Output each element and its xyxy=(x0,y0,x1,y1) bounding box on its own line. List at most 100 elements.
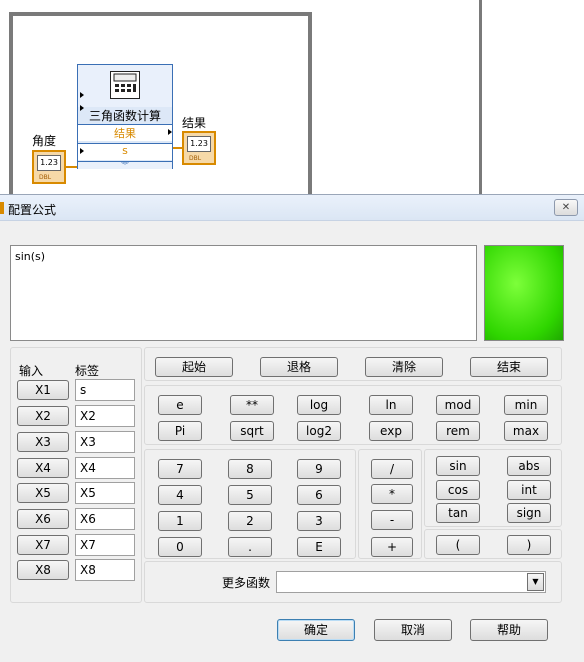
edit-buttons-panel: 起始 退格 清除 结束 xyxy=(144,347,562,381)
expand-chevron-icon[interactable]: ︾ xyxy=(78,161,172,170)
inputs-panel: 输入 标签 X1 s X2 X2 X3 X3 X4 X4 X5 X5 X6 X6… xyxy=(10,347,142,603)
sqrt-button[interactable]: sqrt xyxy=(230,421,274,441)
digit-9-button[interactable]: 9 xyxy=(297,459,341,479)
formula-editor[interactable]: sin(s) xyxy=(10,245,477,341)
power-button[interactable]: ** xyxy=(230,395,274,415)
formula-node-output-row: 结果 xyxy=(78,124,172,141)
more-functions-dropdown[interactable]: ▼ xyxy=(276,571,546,593)
app-icon xyxy=(0,202,4,214)
digit-3-button[interactable]: 3 xyxy=(297,511,341,531)
input-x7-label-field[interactable]: X7 xyxy=(75,534,135,556)
input-x7-button[interactable]: X7 xyxy=(17,535,69,555)
sign-button[interactable]: sign xyxy=(507,503,551,523)
configure-formula-dialog: 配置公式 ✕ sin(s) 输入 标签 X1 s X2 X2 X3 X3 X4 … xyxy=(0,194,584,662)
ok-button[interactable]: 确定 xyxy=(277,619,355,641)
result-indicator[interactable]: 1.23 DBL xyxy=(182,131,216,165)
more-functions-label: 更多函数 xyxy=(222,576,271,590)
angle-control-value: 1.23 xyxy=(37,155,61,171)
functions-panel: e ** log ln mod min Pi sqrt log2 exp rem… xyxy=(144,385,562,445)
dialog-title: 配置公式 xyxy=(8,203,57,217)
formula-node-input-row: s xyxy=(78,143,172,160)
input-x4-label-field[interactable]: X4 xyxy=(75,457,135,479)
int-button[interactable]: int xyxy=(507,480,551,500)
syntax-status-led xyxy=(484,245,564,341)
abs-button[interactable]: abs xyxy=(507,456,551,476)
input-x5-button[interactable]: X5 xyxy=(17,483,69,503)
result-label: 结果 xyxy=(182,116,207,130)
exponent-e-button[interactable]: E xyxy=(297,537,341,557)
input-x3-label-field[interactable]: X3 xyxy=(75,431,135,453)
divide-button[interactable]: / xyxy=(371,459,413,479)
error-in-arrow-icon xyxy=(80,92,84,98)
e-button[interactable]: e xyxy=(158,395,202,415)
input-x5-label-field[interactable]: X5 xyxy=(75,482,135,504)
calculator-icon xyxy=(110,71,140,99)
cos-button[interactable]: cos xyxy=(436,480,480,500)
input-x2-label-field[interactable]: X2 xyxy=(75,405,135,427)
diagram-divider xyxy=(479,0,482,195)
digit-2-button[interactable]: 2 xyxy=(228,511,272,531)
input-x8-button[interactable]: X8 xyxy=(17,560,69,580)
sin-button[interactable]: sin xyxy=(436,456,480,476)
log-button[interactable]: log xyxy=(297,395,341,415)
input-x4-button[interactable]: X4 xyxy=(17,458,69,478)
end-button[interactable]: 结束 xyxy=(470,357,548,377)
max-button[interactable]: max xyxy=(504,421,548,441)
digit-0-button[interactable]: 0 xyxy=(158,537,202,557)
tan-button[interactable]: tan xyxy=(436,503,480,523)
cancel-button[interactable]: 取消 xyxy=(374,619,452,641)
result-indicator-type: DBL xyxy=(189,155,202,162)
digit-1-button[interactable]: 1 xyxy=(158,511,202,531)
input-x1-label-field[interactable]: s xyxy=(75,379,135,401)
help-button[interactable]: 帮助 xyxy=(470,619,548,641)
labels-header: 标签 xyxy=(75,364,100,378)
add-button[interactable]: + xyxy=(371,537,413,557)
input-x1-button[interactable]: X1 xyxy=(17,380,69,400)
subtract-button[interactable]: - xyxy=(371,510,413,530)
min-button[interactable]: min xyxy=(504,395,548,415)
result-indicator-value: 1.23 xyxy=(187,136,211,152)
ln-button[interactable]: ln xyxy=(369,395,413,415)
home-button[interactable]: 起始 xyxy=(155,357,233,377)
input-x6-button[interactable]: X6 xyxy=(17,509,69,529)
input-x8-label-field[interactable]: X8 xyxy=(75,559,135,581)
chevron-down-icon[interactable]: ▼ xyxy=(527,573,544,591)
operators-panel: / * - + xyxy=(358,449,422,559)
log2-button[interactable]: log2 xyxy=(297,421,341,441)
input-x2-button[interactable]: X2 xyxy=(17,406,69,426)
formula-node-arrow-icon xyxy=(80,105,84,111)
digit-6-button[interactable]: 6 xyxy=(297,485,341,505)
multiply-button[interactable]: * xyxy=(371,484,413,504)
digit-8-button[interactable]: 8 xyxy=(228,459,272,479)
input-x3-button[interactable]: X3 xyxy=(17,432,69,452)
input-wire xyxy=(66,166,77,168)
input-x6-label-field[interactable]: X6 xyxy=(75,508,135,530)
pi-button[interactable]: Pi xyxy=(158,421,202,441)
inputs-header: 输入 xyxy=(19,364,44,378)
formula-node-icon-area xyxy=(78,65,172,107)
rem-button[interactable]: rem xyxy=(436,421,480,441)
digits-panel: 7 8 9 4 5 6 1 2 3 0 . E xyxy=(144,449,356,559)
parens-panel: ( ) xyxy=(424,529,562,559)
angle-label: 角度 xyxy=(32,134,57,148)
angle-control-type: DBL xyxy=(39,174,52,181)
digit-4-button[interactable]: 4 xyxy=(158,485,202,505)
mod-button[interactable]: mod xyxy=(436,395,480,415)
close-button[interactable]: ✕ xyxy=(554,199,578,216)
formula-node-title: 三角函数计算 xyxy=(88,109,161,123)
output-terminal-arrow-icon xyxy=(168,129,172,135)
output-wire xyxy=(173,147,182,149)
exp-button[interactable]: exp xyxy=(369,421,413,441)
digit-5-button[interactable]: 5 xyxy=(228,485,272,505)
formula-node[interactable]: 三角函数计算 结果 s ︾ xyxy=(77,64,173,170)
clear-button[interactable]: 清除 xyxy=(365,357,443,377)
decimal-point-button[interactable]: . xyxy=(228,537,272,557)
input-terminal-arrow-icon xyxy=(80,148,84,154)
close-paren-button[interactable]: ) xyxy=(507,535,551,555)
digit-7-button[interactable]: 7 xyxy=(158,459,202,479)
dialog-titlebar[interactable]: 配置公式 ✕ xyxy=(0,195,584,221)
angle-control[interactable]: 1.23 DBL xyxy=(32,150,66,184)
trig-functions-panel: sin cos tan abs int sign xyxy=(424,449,562,527)
backspace-button[interactable]: 退格 xyxy=(260,357,338,377)
open-paren-button[interactable]: ( xyxy=(436,535,480,555)
